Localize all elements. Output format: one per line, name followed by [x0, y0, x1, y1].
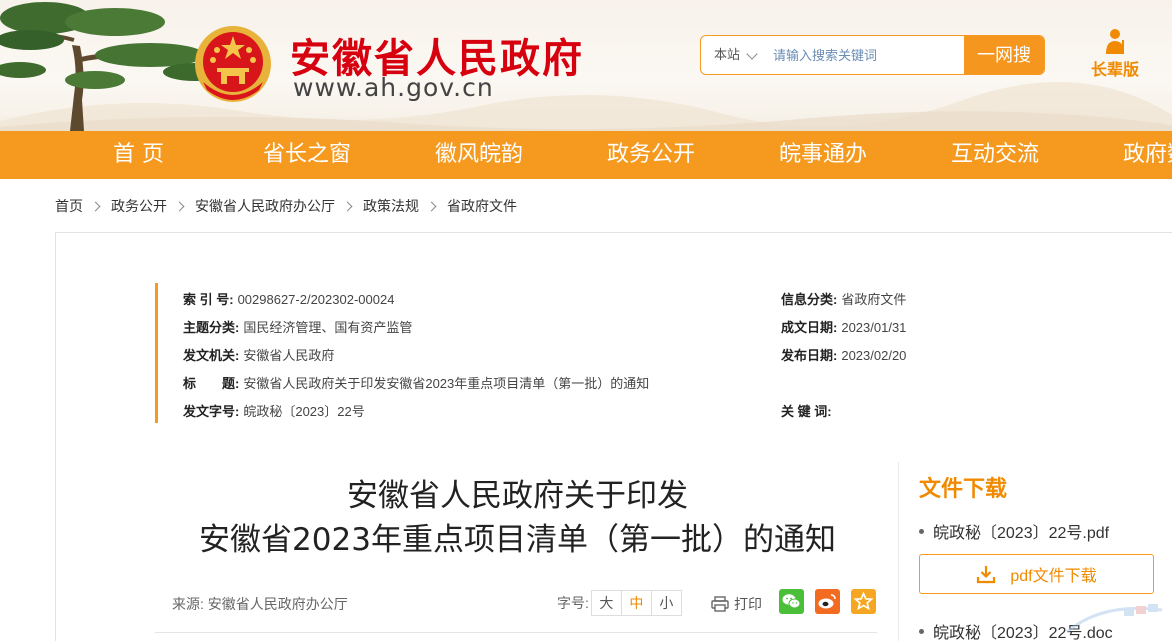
nav-item-governor[interactable]: 省长之窗 [263, 131, 351, 179]
article-source: 来源: 安徽省人民政府办公厅 [172, 596, 348, 612]
download-file-pdf-name: 皖政秘〔2023〕22号.pdf [933, 525, 1110, 542]
font-size-small[interactable]: 小 [650, 590, 682, 616]
breadcrumb-general-office[interactable]: 安徽省人民政府办公厅 [195, 196, 335, 216]
meta-label: 发文字号: [183, 404, 240, 419]
meta-category: 信息分类: 省政府文件 [781, 289, 906, 309]
font-size-large[interactable]: 大 [590, 590, 622, 616]
meta-label: 发布日期: [781, 348, 838, 363]
meta-label: 索 引 号: [183, 292, 234, 307]
chevron-right-icon [90, 201, 101, 211]
meta-value: 国民经济管理、国有资产监管 [243, 320, 413, 335]
article-title-line1: 安徽省人民政府关于印发 [347, 478, 688, 514]
meta-created: 成文日期: 2023/01/31 [781, 317, 906, 337]
meta-value: 00298627-2/202302-00024 [237, 292, 395, 307]
meta-value: 安徽省人民政府关于印发安徽省2023年重点项目清单（第一批）的通知 [243, 376, 650, 391]
search-box: 本站 一网搜 [700, 35, 1045, 75]
article-divider [155, 632, 877, 633]
meta-label: 主题分类: [183, 320, 240, 335]
site-url: www.ah.gov.cn [293, 73, 494, 102]
bullet [919, 629, 924, 635]
sidebar-divider [898, 462, 899, 641]
meta-value: 安徽省人民政府 [243, 348, 335, 363]
download-file-pdf[interactable]: 皖政秘〔2023〕22号.pdf [919, 519, 1109, 543]
print-label: 打印 [734, 596, 762, 612]
search-input[interactable] [773, 44, 961, 66]
meta-label: 发文机关: [183, 348, 240, 363]
favorite-button[interactable] [851, 589, 876, 614]
chevron-right-icon [174, 201, 185, 211]
chevron-right-icon [426, 201, 437, 211]
emblem-icon [195, 26, 271, 102]
document-metadata: 索 引 号: 00298627-2/202302-00024 主题分类: 国民经济管… [155, 283, 955, 423]
meta-title: 标 题: 安徽省人民政府关于印发安徽省2023年重点项目清单（第一批）的通知 [183, 373, 649, 393]
breadcrumb-provincial-docs[interactable]: 省政府文件 [447, 196, 517, 216]
main-nav: 首 页 省长之窗 徽风皖韵 政务公开 皖事通办 互动交流 政府数 [0, 131, 1172, 179]
print-icon [711, 596, 729, 612]
meta-index-no: 索 引 号: 00298627-2/202302-00024 [183, 289, 394, 309]
download-icon [977, 566, 996, 584]
watermark-logo [1066, 604, 1163, 634]
article-title-line2: 安徽省2023年重点项目清单（第一批）的通知 [199, 522, 836, 558]
meta-published: 发布日期: 2023/02/20 [781, 345, 906, 365]
meta-doc-no: 发文字号: 皖政秘〔2023〕22号 [183, 401, 365, 421]
font-size-control: 字号: 大 中 小 [557, 590, 682, 616]
wechat-share-button[interactable] [779, 589, 804, 614]
chevron-right-icon [342, 201, 353, 211]
pdf-download-button[interactable]: pdf文件下载 [919, 554, 1154, 594]
search-scope-select[interactable]: 本站 [701, 36, 769, 74]
meta-label: 信息分类: [781, 292, 838, 307]
font-size-medium[interactable]: 中 [620, 590, 652, 616]
meta-value: 皖政秘〔2023〕22号 [243, 404, 365, 419]
weibo-share-button[interactable] [815, 589, 840, 614]
nav-item-interaction[interactable]: 互动交流 [951, 131, 1039, 179]
wechat-icon [779, 589, 804, 614]
breadcrumb-open-government[interactable]: 政务公开 [111, 196, 167, 216]
weibo-icon [815, 589, 840, 614]
article-title: 安徽省人民政府关于印发 安徽省2023年重点项目清单（第一批）的通知 [150, 474, 885, 562]
meta-issuer: 发文机关: 安徽省人民政府 [183, 345, 334, 365]
nav-item-culture[interactable]: 徽风皖韵 [435, 131, 523, 179]
site-header: 安徽省人民政府 www.ah.gov.cn 本站 一网搜 长辈版 [0, 0, 1172, 131]
meta-label: 标 题: [183, 376, 240, 391]
meta-value: 2023/02/20 [841, 348, 907, 363]
breadcrumb-policy[interactable]: 政策法规 [363, 196, 419, 216]
downloads-title: 文件下载 [919, 477, 1008, 502]
nav-item-services[interactable]: 皖事通办 [779, 131, 867, 179]
meta-subject: 主题分类: 国民经济管理、国有资产监管 [183, 317, 412, 337]
elder-mode-icon [1106, 29, 1124, 54]
nav-item-open-government[interactable]: 政务公开 [607, 131, 695, 179]
font-size-label: 字号: [557, 595, 589, 611]
breadcrumb: 首页 政务公开 安徽省人民政府办公厅 政策法规 省政府文件 [55, 196, 517, 216]
elder-mode-label: 长辈版 [1090, 62, 1139, 79]
meta-value: 2023/01/31 [841, 320, 907, 335]
nav-item-gov-data[interactable]: 政府数 [1123, 131, 1172, 179]
breadcrumb-home[interactable]: 首页 [55, 196, 83, 216]
search-button[interactable]: 一网搜 [964, 36, 1044, 74]
meta-value: 省政府文件 [841, 292, 907, 307]
meta-label: 关 键 词: [781, 404, 832, 419]
bullet [919, 529, 924, 535]
meta-label: 成文日期: [781, 320, 838, 335]
nav-item-home[interactable]: 首 页 [113, 131, 164, 179]
elder-mode-button[interactable]: 长辈版 [1080, 28, 1150, 88]
search-scope-label: 本站 [714, 47, 741, 62]
pdf-download-label: pdf文件下载 [1010, 568, 1097, 585]
print-button[interactable]: 打印 [711, 594, 762, 614]
chevron-down-icon [746, 48, 758, 60]
meta-keywords: 关 键 词: [781, 401, 836, 421]
favorite-icon [851, 589, 876, 614]
